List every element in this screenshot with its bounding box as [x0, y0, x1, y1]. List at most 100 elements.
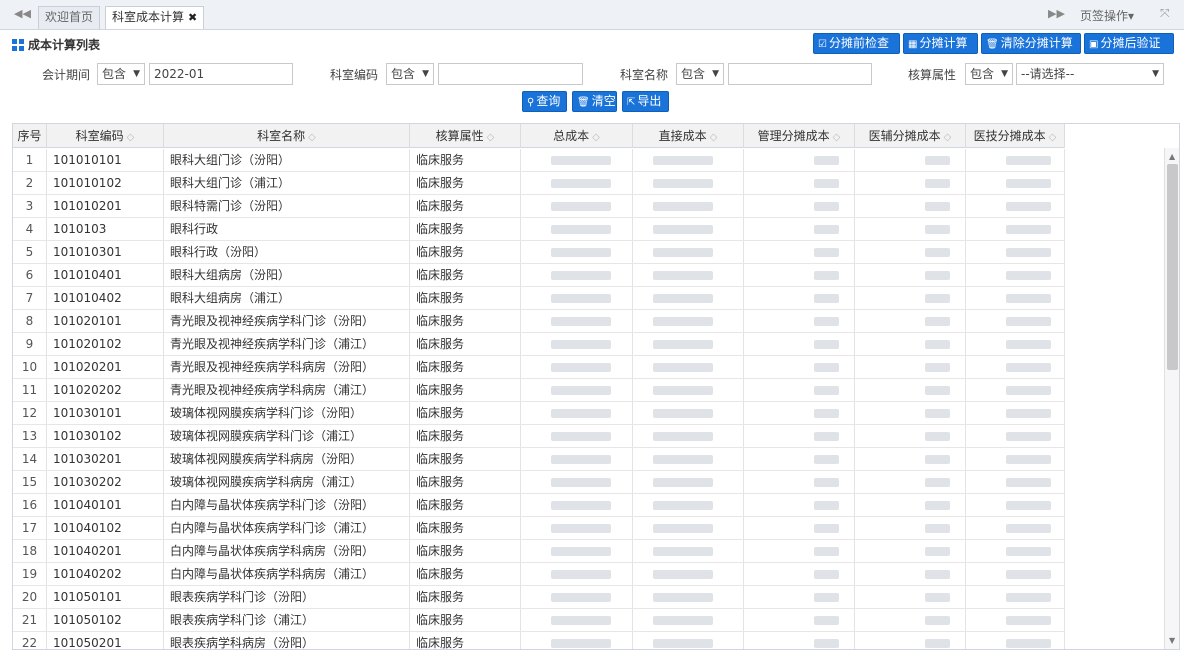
- tab-prev-icon[interactable]: ◀◀: [14, 7, 31, 20]
- redacted-value: [1006, 248, 1051, 257]
- redacted-value: [925, 317, 950, 326]
- export-button[interactable]: ⇱ 导出: [622, 91, 669, 112]
- cell-attr: 临床服务: [410, 563, 521, 585]
- header-aux[interactable]: 医辅分摊成本 ◇: [855, 124, 966, 148]
- scroll-up-icon[interactable]: ▲: [1169, 152, 1175, 161]
- table-row[interactable]: 10 101020201 青光眼及视神经疾病学科病房（汾阳） 临床服务: [13, 356, 1065, 379]
- attr-op-select[interactable]: 包含 ▼: [965, 63, 1013, 85]
- sort-icon[interactable]: ◇: [944, 132, 952, 143]
- cell-code: 101050101: [47, 586, 164, 608]
- cell-attr: 临床服务: [410, 402, 521, 424]
- cell-aux: [855, 149, 966, 171]
- table-row[interactable]: 13 101030102 玻璃体视网膜疾病学科门诊（浦江） 临床服务: [13, 425, 1065, 448]
- name-input[interactable]: [728, 63, 872, 85]
- table-row[interactable]: 8 101020101 青光眼及视神经疾病学科门诊（汾阳） 临床服务: [13, 310, 1065, 333]
- scroll-down-icon[interactable]: ▼: [1169, 636, 1175, 645]
- calculator-icon: ▦: [908, 39, 918, 50]
- header-mgmt[interactable]: 管理分摊成本 ◇: [744, 124, 855, 148]
- table-row[interactable]: 22 101050201 眼表疾病学科病房（汾阳） 临床服务: [13, 632, 1065, 649]
- sort-icon[interactable]: ◇: [127, 132, 135, 143]
- cell-total: [521, 425, 633, 447]
- clear-button[interactable]: 🗑 清空: [572, 91, 617, 112]
- table-row[interactable]: 3 101010201 眼科特需门诊（汾阳） 临床服务: [13, 195, 1065, 218]
- code-op-select[interactable]: 包含 ▼: [386, 63, 434, 85]
- header-tech[interactable]: 医技分摊成本 ◇: [966, 124, 1065, 148]
- tab-ops-menu[interactable]: 页签操作▾: [1080, 7, 1134, 24]
- table-row[interactable]: 6 101010401 眼科大组病房（汾阳） 临床服务: [13, 264, 1065, 287]
- table-row[interactable]: 17 101040102 白内障与晶状体疾病学科门诊（浦江） 临床服务: [13, 517, 1065, 540]
- post-verify-button[interactable]: ▣ 分摊后验证: [1084, 33, 1174, 54]
- table-row[interactable]: 2 101010102 眼科大组门诊（浦江） 临床服务: [13, 172, 1065, 195]
- cell-attr: 临床服务: [410, 517, 521, 539]
- table-row[interactable]: 9 101020102 青光眼及视神经疾病学科门诊（浦江） 临床服务: [13, 333, 1065, 356]
- redacted-value: [925, 478, 950, 487]
- cell-tech: [966, 448, 1065, 470]
- period-input[interactable]: 2022-01: [149, 63, 293, 85]
- vertical-scrollbar[interactable]: ▲ ▼: [1164, 148, 1179, 649]
- table-row[interactable]: 20 101050101 眼表疾病学科门诊（汾阳） 临床服务: [13, 586, 1065, 609]
- cell-direct: [633, 356, 744, 378]
- table-row[interactable]: 19 101040202 白内障与晶状体疾病学科病房（浦江） 临床服务: [13, 563, 1065, 586]
- redacted-value: [925, 616, 950, 625]
- fullscreen-icon[interactable]: ⤧: [1160, 6, 1170, 21]
- table-row[interactable]: 14 101030201 玻璃体视网膜疾病学科病房（汾阳） 临床服务: [13, 448, 1065, 471]
- table-row[interactable]: 5 101010301 眼科行政（汾阳） 临床服务: [13, 241, 1065, 264]
- header-direct[interactable]: 直接成本 ◇: [633, 124, 744, 148]
- redacted-value: [925, 455, 950, 464]
- cell-total: [521, 195, 633, 217]
- cell-aux: [855, 540, 966, 562]
- clear-calc-button[interactable]: 🗑 清除分摊计算: [981, 33, 1081, 54]
- redacted-value: [925, 179, 950, 188]
- period-op-select[interactable]: 包含 ▼: [97, 63, 145, 85]
- tab-home[interactable]: 欢迎首页: [38, 6, 101, 29]
- verify-icon: ▣: [1089, 39, 1099, 50]
- cell-attr: 临床服务: [410, 448, 521, 470]
- chevron-down-icon: ▼: [712, 69, 719, 79]
- table-row[interactable]: 1 101010101 眼科大组门诊（汾阳） 临床服务: [13, 149, 1065, 172]
- pre-check-label: 分摊前检查: [828, 36, 889, 50]
- cell-name: 玻璃体视网膜疾病学科病房（浦江）: [164, 471, 410, 493]
- header-seq[interactable]: 序号: [13, 124, 47, 148]
- header-total[interactable]: 总成本 ◇: [521, 124, 633, 148]
- cell-tech: [966, 310, 1065, 332]
- cell-aux: [855, 517, 966, 539]
- sort-icon[interactable]: ◇: [1049, 132, 1057, 143]
- sort-icon[interactable]: ◇: [833, 132, 841, 143]
- pre-check-button[interactable]: ☑ 分摊前检查: [813, 33, 900, 54]
- table-row[interactable]: 16 101040101 白内障与晶状体疾病学科门诊（汾阳） 临床服务: [13, 494, 1065, 517]
- code-input[interactable]: [438, 63, 583, 85]
- table-row[interactable]: 12 101030101 玻璃体视网膜疾病学科门诊（汾阳） 临床服务: [13, 402, 1065, 425]
- table-row[interactable]: 7 101010402 眼科大组病房（浦江） 临床服务: [13, 287, 1065, 310]
- header-attr[interactable]: 核算属性 ◇: [410, 124, 521, 148]
- query-button[interactable]: ⚲ 查询: [522, 91, 567, 112]
- cell-name: 眼科大组门诊（汾阳）: [164, 149, 410, 171]
- chevron-down-icon: ▼: [1001, 69, 1008, 79]
- header-code[interactable]: 科室编码 ◇: [47, 124, 164, 148]
- header-name[interactable]: 科室名称 ◇: [164, 124, 410, 148]
- sort-icon[interactable]: ◇: [308, 132, 316, 143]
- table-row[interactable]: 4 1010103 眼科行政 临床服务: [13, 218, 1065, 241]
- tab-next-icon[interactable]: ▶▶: [1048, 7, 1065, 20]
- cell-aux: [855, 632, 966, 649]
- name-op-select[interactable]: 包含 ▼: [676, 63, 724, 85]
- redacted-value: [814, 455, 839, 464]
- redacted-value: [925, 593, 950, 602]
- export-icon: ⇱: [627, 97, 636, 108]
- cell-total: [521, 241, 633, 263]
- calc-button[interactable]: ▦ 分摊计算: [903, 33, 978, 54]
- table-row[interactable]: 18 101040201 白内障与晶状体疾病学科病房（汾阳） 临床服务: [13, 540, 1065, 563]
- redacted-value: [551, 570, 611, 579]
- redacted-value: [925, 409, 950, 418]
- redacted-value: [551, 363, 611, 372]
- sort-icon[interactable]: ◇: [710, 132, 718, 143]
- scrollbar-thumb[interactable]: [1167, 164, 1178, 370]
- attr-select[interactable]: --请选择-- ▼: [1016, 63, 1164, 85]
- tab-cost-calc[interactable]: 科室成本计算 ✖: [105, 6, 205, 29]
- sort-icon[interactable]: ◇: [592, 132, 600, 143]
- table-row[interactable]: 21 101050102 眼表疾病学科门诊（浦江） 临床服务: [13, 609, 1065, 632]
- close-icon[interactable]: ✖: [188, 11, 197, 24]
- table-row[interactable]: 11 101020202 青光眼及视神经疾病学科病房（浦江） 临床服务: [13, 379, 1065, 402]
- table-row[interactable]: 15 101030202 玻璃体视网膜疾病学科病房（浦江） 临床服务: [13, 471, 1065, 494]
- header-label: 医技分摊成本: [973, 129, 1046, 143]
- sort-icon[interactable]: ◇: [487, 132, 495, 143]
